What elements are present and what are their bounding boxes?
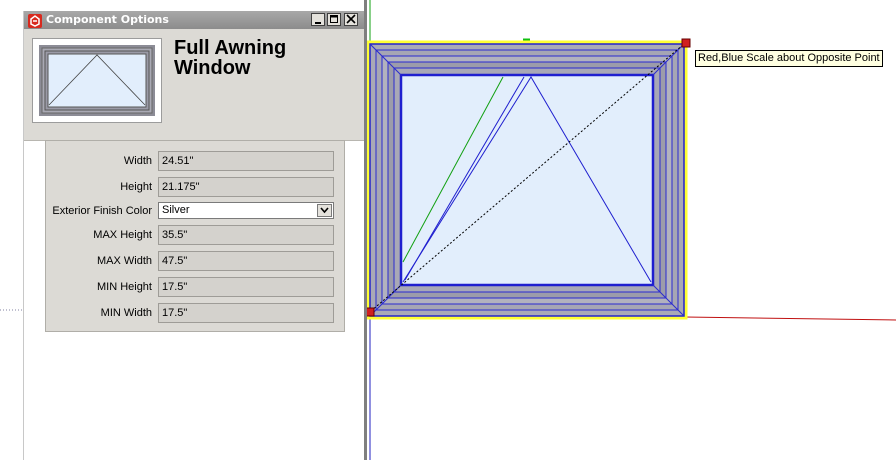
select-dropdown-button[interactable] <box>317 204 332 217</box>
option-label: MIN Width <box>100 307 152 319</box>
dialog-title: Component Options <box>46 13 169 26</box>
option-row-exterior-finish-color: Exterior Finish Color Silver <box>46 200 344 222</box>
option-row-width: Width 24.51" <box>46 150 344 172</box>
min-width-field[interactable]: 17.5" <box>158 303 334 323</box>
maximize-icon <box>330 15 338 23</box>
option-label: Height <box>120 181 152 193</box>
component-thumbnail <box>32 38 162 123</box>
tool-tooltip: Red,Blue Scale about Opposite Point <box>695 50 883 67</box>
component-header: Full Awning Window <box>24 29 365 141</box>
option-label: MAX Height <box>93 229 152 241</box>
sketchup-icon <box>28 13 42 28</box>
options-panel: Width 24.51" Height 21.175" Exterior Fin… <box>45 140 345 332</box>
option-label: MIN Height <box>96 281 152 293</box>
max-width-field[interactable]: 47.5" <box>158 251 334 271</box>
close-icon <box>346 14 356 24</box>
maximize-button[interactable] <box>327 13 341 26</box>
option-row-max-width: MAX Width 47.5" <box>46 250 344 272</box>
minimize-button[interactable] <box>311 13 325 26</box>
select-value: Silver <box>162 204 190 216</box>
chevron-down-icon <box>320 207 329 214</box>
model-viewport[interactable] <box>365 0 896 460</box>
option-label: Exterior Finish Color <box>52 205 152 217</box>
close-button[interactable] <box>344 13 358 26</box>
exterior-finish-color-select[interactable]: Silver <box>158 202 334 219</box>
option-label: Width <box>123 155 152 167</box>
option-row-max-height: MAX Height 35.5" <box>46 224 344 246</box>
axis-line-left <box>0 309 22 311</box>
component-options-dialog: Component Options Full Awning Window Wid… <box>23 11 366 460</box>
red-axis <box>684 316 896 321</box>
option-row-height: Height 21.175" <box>46 176 344 198</box>
dialog-titlebar[interactable]: Component Options <box>24 11 365 29</box>
scale-grip-top-right <box>681 38 691 48</box>
width-field[interactable]: 24.51" <box>158 151 334 171</box>
max-height-field[interactable]: 35.5" <box>158 225 334 245</box>
option-row-min-width: MIN Width 17.5" <box>46 302 344 324</box>
component-name: Full Awning Window <box>174 37 287 79</box>
option-row-min-height: MIN Height 17.5" <box>46 276 344 298</box>
window-model <box>365 0 896 460</box>
scale-grip-bottom-left <box>365 307 375 317</box>
height-field[interactable]: 21.175" <box>158 177 334 197</box>
min-height-field[interactable]: 17.5" <box>158 277 334 297</box>
option-label: MAX Width <box>96 255 152 267</box>
minimize-icon <box>315 22 321 24</box>
